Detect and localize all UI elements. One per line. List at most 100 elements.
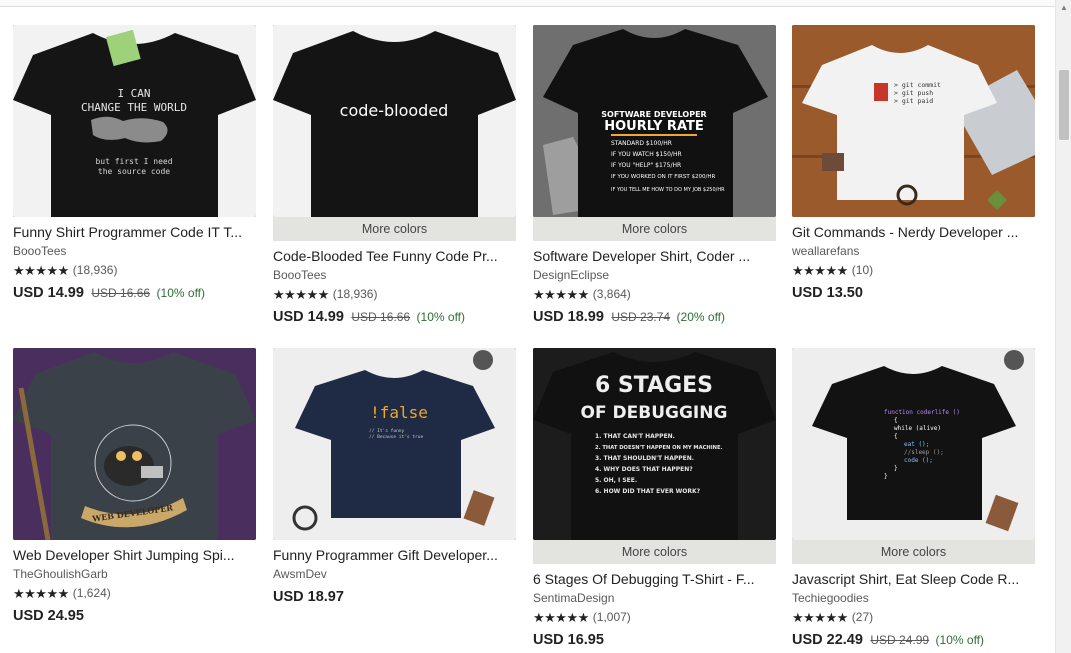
star-rating-icon: ★★★★★ — [13, 586, 69, 601]
discount-label: (10% off) — [416, 310, 466, 324]
original-price: USD 23.74 — [611, 310, 671, 324]
rating: ★★★★★ (1,624) — [13, 586, 256, 601]
more-colors-button[interactable]: More colors — [533, 217, 776, 241]
product-card[interactable]: > git commit > git push > git paid Git C… — [792, 25, 1035, 302]
original-price: USD 16.66 — [91, 286, 151, 300]
svg-text:IF YOU WORKED ON IT FIRST $2: IF YOU WORKED ON IT FIRST $200/HR — [611, 174, 715, 180]
product-card[interactable]: function coderlife () { while (alive) { … — [792, 348, 1035, 649]
shop-name[interactable]: Techiegoodies — [792, 591, 1035, 606]
svg-text:6 STAGES: 6 STAGES — [595, 373, 713, 398]
scrollbar-thumb[interactable] — [1059, 70, 1069, 140]
product-title[interactable]: Javascript Shirt, Eat Sleep Code R... — [792, 570, 1035, 588]
shop-name[interactable]: DesignEclipse — [533, 268, 776, 283]
svg-text:6. HOW DID THAT EVER WORK?: 6. HOW DID THAT EVER WORK? — [595, 488, 701, 495]
review-count: (3,864) — [592, 287, 631, 301]
product-image[interactable]: function coderlife () { while (alive) { … — [792, 348, 1035, 540]
product-image[interactable]: WEB DEVELOPER — [13, 348, 256, 540]
svg-text:STANDARD $100/HR: STANDARD $100/HR — [611, 140, 672, 147]
star-rating-icon: ★★★★★ — [13, 263, 69, 278]
star-rating-icon: ★★★★★ — [792, 263, 848, 278]
svg-text:}: } — [894, 465, 898, 472]
svg-text:1. THAT CAN'T HAPPEN.: 1. THAT CAN'T HAPPEN. — [595, 433, 675, 440]
svg-text:while (alive): while (alive) — [894, 425, 941, 432]
svg-text:3. THAT SHOULDN'T HAPPEN.: 3. THAT SHOULDN'T HAPPEN. — [595, 455, 694, 462]
product-card[interactable]: I CAN CHANGE THE WORLD but first I need … — [13, 25, 256, 302]
product-title[interactable]: Funny Shirt Programmer Code IT T... — [13, 223, 256, 241]
sale-price: USD 24.95 — [13, 608, 84, 624]
svg-text:!false: !false — [370, 403, 428, 422]
tshirt-image: > git commit > git push > git paid — [792, 25, 1035, 217]
more-colors-button[interactable]: More colors — [792, 540, 1035, 564]
price-row: USD 14.99 USD 16.66 (10% off) — [13, 284, 256, 302]
shop-name[interactable]: BoooTees — [273, 268, 516, 283]
svg-text:OF DEBUGGING: OF DEBUGGING — [581, 403, 728, 423]
product-title[interactable]: Web Developer Shirt Jumping Spi... — [13, 546, 256, 564]
product-image[interactable]: SOFTWARE DEVELOPER HOURLY RATE STANDARD … — [533, 25, 776, 217]
shop-name[interactable]: BoooTees — [13, 244, 256, 259]
star-rating-icon: ★★★★★ — [792, 610, 848, 625]
svg-text:{: { — [894, 433, 898, 440]
shop-name[interactable]: AwsmDev — [273, 567, 516, 582]
svg-text:> git commit: > git commit — [894, 81, 941, 89]
shop-name[interactable]: SentimaDesign — [533, 591, 776, 606]
vertical-scrollbar[interactable]: ▲ — [1055, 0, 1071, 653]
svg-text:}: } — [884, 473, 888, 480]
product-image[interactable]: 6 STAGES OF DEBUGGING 1. THAT CAN'T HAPP… — [533, 348, 776, 540]
product-title[interactable]: Funny Programmer Gift Developer... — [273, 546, 516, 564]
shop-name[interactable]: weallarefans — [792, 244, 1035, 259]
product-card[interactable]: 6 STAGES OF DEBUGGING 1. THAT CAN'T HAPP… — [533, 348, 776, 649]
svg-text:5. OH, I SEE.: 5. OH, I SEE. — [595, 477, 637, 484]
review-count: (1,007) — [592, 610, 631, 624]
tshirt-image: !false // It's funny // Because it's tru… — [273, 348, 516, 540]
product-title[interactable]: Git Commands - Nerdy Developer ... — [792, 223, 1035, 241]
svg-text:> git paid: > git paid — [894, 97, 933, 105]
svg-text:but first I need: but first I need — [95, 157, 172, 166]
svg-text:the source code: the source code — [98, 167, 170, 176]
tshirt-image: I CAN CHANGE THE WORLD but first I need … — [13, 25, 256, 217]
tshirt-image: function coderlife () { while (alive) { … — [792, 348, 1035, 540]
sale-price: USD 18.97 — [273, 589, 344, 605]
product-card[interactable]: code-blooded More colors Code-Blooded Te… — [273, 25, 516, 326]
svg-text:IF YOU TELL ME HOW TO DO MY JO: IF YOU TELL ME HOW TO DO MY JOB $250/HR — [611, 187, 725, 193]
svg-text:code-blooded: code-blooded — [340, 101, 449, 120]
product-card[interactable]: WEB DEVELOPER Web Developer Shirt Jumpin… — [13, 348, 256, 625]
svg-text:SOFTWARE DEVELOPER: SOFTWARE DEVELOPER — [601, 110, 706, 119]
product-image[interactable]: !false // It's funny // Because it's tru… — [273, 348, 516, 540]
product-card[interactable]: SOFTWARE DEVELOPER HOURLY RATE STANDARD … — [533, 25, 776, 326]
product-image[interactable]: I CAN CHANGE THE WORLD but first I need … — [13, 25, 256, 217]
more-colors-button[interactable]: More colors — [533, 540, 776, 564]
tshirt-image: 6 STAGES OF DEBUGGING 1. THAT CAN'T HAPP… — [533, 348, 776, 540]
svg-text:{: { — [894, 417, 898, 424]
sale-price: USD 13.50 — [792, 285, 863, 301]
svg-text:4. WHY DOES THAT HAPPEN?: 4. WHY DOES THAT HAPPEN? — [595, 466, 693, 473]
more-colors-button[interactable]: More colors — [273, 217, 516, 241]
sale-price: USD 14.99 — [273, 309, 344, 325]
browser-top-edge — [0, 0, 1055, 7]
rating: ★★★★★ (10) — [792, 263, 1035, 278]
svg-text:// Because it's true: // Because it's true — [369, 434, 423, 440]
product-image[interactable]: > git commit > git push > git paid — [792, 25, 1035, 217]
svg-text:eat ();: eat (); — [904, 441, 929, 448]
original-price: USD 16.66 — [351, 310, 411, 324]
svg-text:IF YOU WATCH $150/HR: IF YOU WATCH $150/HR — [611, 151, 682, 158]
review-count: (18,936) — [332, 287, 378, 301]
svg-text:2. THAT DOESN'T HAPPEN ON MY M: 2. THAT DOESN'T HAPPEN ON MY MACHINE. — [595, 445, 723, 451]
product-card[interactable]: !false // It's funny // Because it's tru… — [273, 348, 516, 606]
review-count: (27) — [851, 610, 874, 624]
price-row: USD 18.97 — [273, 588, 516, 606]
sale-price: USD 14.99 — [13, 285, 84, 301]
rating: ★★★★★ (18,936) — [273, 287, 516, 302]
star-rating-icon: ★★★★★ — [533, 287, 589, 302]
star-rating-icon: ★★★★★ — [533, 610, 589, 625]
svg-text:code ();: code (); — [904, 457, 933, 464]
price-row: USD 16.95 — [533, 631, 776, 649]
product-image[interactable]: code-blooded — [273, 25, 516, 217]
scroll-up-arrow-icon[interactable]: ▲ — [1056, 0, 1071, 16]
price-row: USD 14.99 USD 16.66 (10% off) — [273, 308, 516, 326]
shop-name[interactable]: TheGhoulishGarb — [13, 567, 256, 582]
product-title[interactable]: 6 Stages Of Debugging T-Shirt - F... — [533, 570, 776, 588]
price-row: USD 22.49 USD 24.99 (10% off) — [792, 631, 1035, 649]
rating: ★★★★★ (18,936) — [13, 263, 256, 278]
product-title[interactable]: Code-Blooded Tee Funny Code Pr... — [273, 247, 516, 265]
product-title[interactable]: Software Developer Shirt, Coder ... — [533, 247, 776, 265]
